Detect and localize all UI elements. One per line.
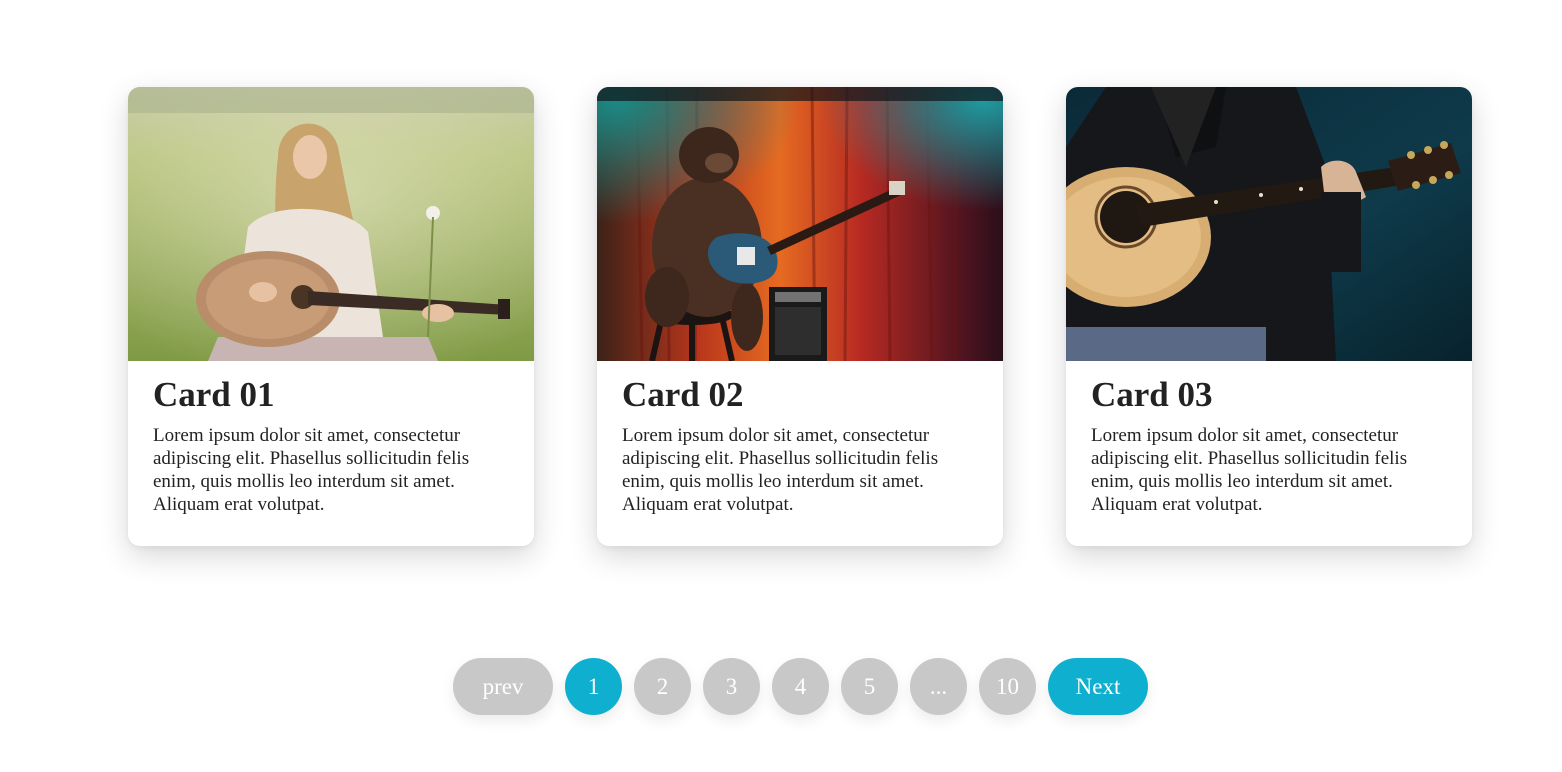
card-grid: Card 01 Lorem ipsum dolor sit amet, cons…: [128, 87, 1472, 546]
card-description: Lorem ipsum dolor sit amet, consectetur …: [622, 425, 939, 515]
card-title: Card 01: [153, 375, 275, 414]
card-description: Lorem ipsum dolor sit amet, consectetur …: [1091, 425, 1408, 515]
next-button[interactable]: Next: [1048, 658, 1148, 715]
page-10-button[interactable]: 10: [979, 658, 1036, 715]
card-image-man-acoustic-guitar: [1066, 87, 1472, 361]
card-title: Card 02: [622, 375, 744, 414]
ellipsis-button[interactable]: ...: [910, 658, 967, 715]
page-1-button[interactable]: 1: [565, 658, 622, 715]
pagination: prev 1 2 3 4 5 ... 10 Next: [453, 658, 1148, 715]
card-description: Lorem ipsum dolor sit amet, consectetur …: [153, 425, 470, 515]
page-4-button[interactable]: 4: [772, 658, 829, 715]
page-2-button[interactable]: 2: [634, 658, 691, 715]
card-03[interactable]: Card 03 Lorem ipsum dolor sit amet, cons…: [1066, 87, 1472, 546]
card-01[interactable]: Card 01 Lorem ipsum dolor sit amet, cons…: [128, 87, 534, 546]
page-3-button[interactable]: 3: [703, 658, 760, 715]
page-5-button[interactable]: 5: [841, 658, 898, 715]
card-image-woman-guitar-field: [128, 87, 534, 361]
card-title: Card 03: [1091, 375, 1213, 414]
prev-button[interactable]: prev: [453, 658, 553, 715]
card-image-monkey-guitar-stage: [597, 87, 1003, 361]
card-02[interactable]: Card 02 Lorem ipsum dolor sit amet, cons…: [597, 87, 1003, 546]
